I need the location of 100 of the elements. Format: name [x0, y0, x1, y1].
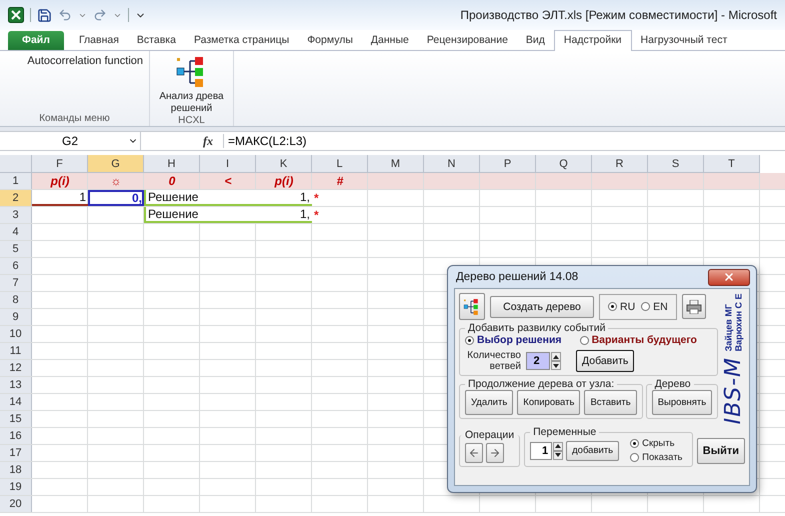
column-header[interactable]: G: [88, 155, 144, 173]
row-header[interactable]: 6: [0, 258, 32, 274]
back-button[interactable]: [465, 443, 483, 464]
branch-count-field[interactable]: 2: [526, 352, 550, 370]
ribbon-button[interactable]: Autocorrelation function: [27, 55, 143, 67]
column-header[interactable]: I: [200, 155, 256, 173]
table-cell-text: p(i): [49, 173, 70, 189]
redo-icon[interactable]: [93, 8, 107, 22]
column-header[interactable]: F: [32, 155, 88, 173]
ribbon-tab[interactable]: Данные: [362, 31, 418, 50]
probability-value: 1,: [300, 207, 310, 221]
table-cell-text: <: [223, 173, 232, 189]
radio-button[interactable]: [630, 453, 640, 462]
down-arrow-icon: [553, 364, 559, 368]
radio-button[interactable]: [641, 302, 650, 311]
spin-up-button[interactable]: [553, 442, 564, 451]
row-header[interactable]: 3: [0, 207, 32, 223]
variable-count-field[interactable]: 1: [530, 442, 552, 460]
ribbon-tab[interactable]: Вставка: [128, 31, 185, 50]
add-button[interactable]: Добавить: [576, 350, 634, 372]
save-icon[interactable]: [37, 8, 52, 22]
row-header[interactable]: 11: [0, 343, 32, 359]
ribbon-tab[interactable]: Формулы: [298, 31, 362, 50]
column-header[interactable]: K: [256, 155, 312, 173]
decision-label: Решение: [148, 190, 198, 204]
table-cell-text: *: [313, 207, 320, 223]
ribbon-tab[interactable]: Вид: [516, 31, 554, 50]
right-arrow-icon: [489, 447, 501, 460]
ribbon-tab[interactable]: Разметка страницы: [184, 31, 298, 50]
column-header[interactable]: S: [648, 155, 704, 173]
insert-function-button[interactable]: fx: [203, 134, 223, 148]
ribbon-tab[interactable]: Главная: [70, 31, 128, 50]
probability-value: 1,: [300, 190, 310, 204]
row-header[interactable]: 15: [0, 411, 32, 427]
exit-button[interactable]: Выйти: [696, 438, 745, 464]
group-title: Дерево: [654, 378, 692, 390]
column-header[interactable]: T: [704, 155, 760, 173]
radio-option[interactable]: Выбор решения: [465, 334, 562, 346]
align-button[interactable]: Выровнять: [652, 390, 712, 415]
row-header[interactable]: 1: [0, 173, 32, 189]
table-cell: 1: [32, 190, 88, 206]
group-title: Добавить развилку событий: [467, 322, 606, 334]
column-header[interactable]: H: [144, 155, 200, 173]
row-header[interactable]: 14: [0, 394, 32, 410]
row-header[interactable]: 9: [0, 309, 32, 325]
column-header[interactable]: Q: [536, 155, 592, 173]
dialog-title: Дерево решений 14.08: [456, 271, 578, 283]
table-cell-text: p(i): [273, 173, 294, 189]
ribbon-tab[interactable]: Рецензирование: [418, 31, 517, 50]
column-header[interactable]: M: [368, 155, 424, 173]
file-tab[interactable]: Файл: [8, 31, 64, 50]
ribbon-button[interactable]: Анализ древа решений: [156, 55, 227, 115]
undo-icon[interactable]: [58, 8, 72, 22]
row-header[interactable]: 10: [0, 326, 32, 342]
radio-button[interactable]: [630, 439, 640, 448]
spin-down-button[interactable]: [551, 361, 561, 370]
radio-button[interactable]: [465, 336, 474, 344]
node-action-button[interactable]: Копировать: [517, 390, 580, 415]
column-header[interactable]: L: [312, 155, 368, 173]
row-header[interactable]: 20: [0, 496, 32, 512]
ribbon-tab[interactable]: Надстройки: [554, 30, 632, 51]
radio-option[interactable]: Варианты будущего: [580, 334, 697, 346]
group-title: Переменные: [532, 426, 598, 438]
printer-button[interactable]: [682, 294, 706, 319]
row-header[interactable]: 17: [0, 445, 32, 461]
spin-up-button[interactable]: [551, 352, 561, 361]
row-header[interactable]: 8: [0, 292, 32, 308]
row-header[interactable]: 2: [0, 190, 32, 206]
close-button[interactable]: [708, 268, 750, 286]
radio-button[interactable]: [580, 336, 589, 344]
name-box[interactable]: G2: [0, 132, 141, 150]
node-action-button[interactable]: Удалить: [465, 390, 514, 415]
radio-option[interactable]: Скрыть: [630, 438, 683, 450]
column-header[interactable]: N: [424, 155, 480, 173]
group-label: HCXL: [177, 115, 206, 126]
row-header[interactable]: 13: [0, 377, 32, 393]
column-header[interactable]: R: [592, 155, 648, 173]
node-action-button[interactable]: Вставить: [584, 390, 637, 415]
add-variable-button[interactable]: добавить: [566, 440, 620, 461]
formula-field[interactable]: =МАКС(L2:L3): [223, 134, 785, 148]
tree-tool-button[interactable]: [459, 293, 485, 320]
row-header[interactable]: 4: [0, 224, 32, 240]
ribbon-tab[interactable]: Нагрузочный тест: [632, 31, 736, 50]
radio-option[interactable]: RU: [608, 300, 636, 312]
table-cell-text: #: [336, 173, 344, 189]
row-header[interactable]: 7: [0, 275, 32, 291]
row-header[interactable]: 12: [0, 360, 32, 376]
group-label: Команды меню: [38, 113, 111, 124]
row-header[interactable]: 18: [0, 462, 32, 478]
row-header[interactable]: 16: [0, 428, 32, 444]
radio-option[interactable]: EN: [641, 300, 668, 312]
radio-option[interactable]: Показать: [630, 452, 683, 464]
radio-button[interactable]: [608, 302, 617, 311]
row-header[interactable]: 19: [0, 479, 32, 495]
column-header[interactable]: P: [480, 155, 536, 173]
printer-icon: [686, 300, 702, 314]
spreadsheet-app-icon: [8, 7, 24, 23]
row-header[interactable]: 5: [0, 241, 32, 257]
forward-button[interactable]: [486, 443, 504, 464]
create-tree-button[interactable]: Создать дерево: [490, 296, 594, 318]
